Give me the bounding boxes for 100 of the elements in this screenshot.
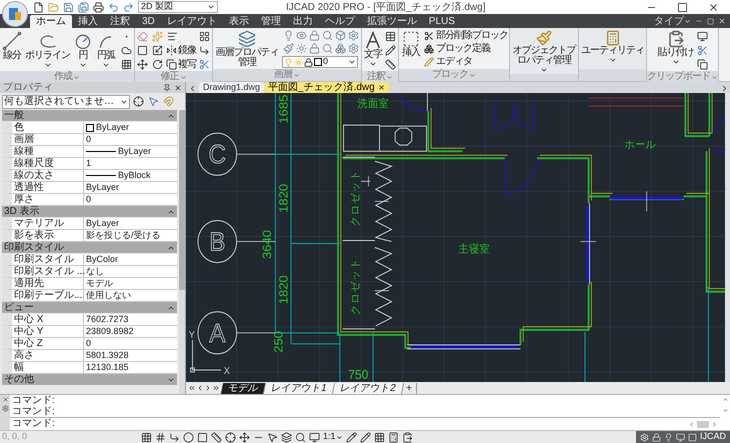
monitor-icon[interactable] [308, 430, 321, 443]
ribbon-tool-button[interactable]: 貼り付け [656, 28, 694, 66]
search-icon[interactable] [294, 430, 307, 443]
array-icon[interactable] [198, 30, 211, 43]
save-as-icon[interactable] [77, 0, 90, 14]
section-header[interactable]: その他 [2, 374, 177, 386]
ribbon-tool-button[interactable]: 部分削除ブロック [424, 29, 508, 42]
snap-icon[interactable] [154, 430, 167, 443]
pointer-icon[interactable] [266, 430, 279, 443]
line-icon [2, 31, 22, 51]
calculator-icon[interactable] [386, 430, 400, 443]
lock-icon[interactable] [308, 42, 321, 55]
hatch-icon[interactable] [120, 58, 133, 71]
rotate-icon[interactable] [151, 58, 164, 71]
workspace-dropdown[interactable]: 2D 製図 [138, 1, 218, 13]
redo-icon[interactable] [122, 0, 135, 14]
caret-icon [293, 72, 300, 78]
undo-icon[interactable] [107, 0, 120, 14]
cad-drawing-area[interactable]: C B A 1685 1820 3640 1820 250 750 洗面室 クロゼット クロゼット 主寝室 ホール Y X [186, 93, 725, 382]
brand-label: IJCAD [700, 430, 726, 443]
layout-tab[interactable]: モデル [220, 382, 266, 394]
cloud-icon[interactable] [120, 44, 133, 57]
new-file-icon[interactable] [32, 0, 45, 14]
ribbon-tool-button[interactable]: エディタ [424, 55, 508, 68]
ribbon-tab[interactable]: 注釈 [104, 15, 136, 28]
hatch-icon[interactable] [372, 430, 386, 443]
ribbon-tab[interactable]: 出力 [286, 15, 319, 28]
close-icon [174, 84, 182, 92]
ribbon-tool-button[interactable]: 円 [72, 28, 94, 69]
property-name: 線種 [12, 146, 84, 157]
ribbon-tab[interactable]: ヘルプ [318, 15, 361, 28]
select-icon[interactable] [147, 95, 160, 108]
crosshair-icon[interactable] [224, 430, 237, 443]
layers-icon [237, 30, 257, 48]
ribbon-tab[interactable]: 3D [136, 15, 161, 28]
ribbon-tool-button[interactable]: オブジェクトプロパティ管理 [511, 28, 577, 74]
cube-icon[interactable] [334, 29, 347, 42]
align-icon[interactable] [166, 30, 179, 43]
copy-icon[interactable] [696, 58, 708, 71]
room-label: ホール [624, 138, 656, 152]
ribbon-tool-button[interactable]: 文字 [363, 28, 383, 68]
move-icon[interactable] [136, 58, 149, 71]
document-tab[interactable]: Drawing1.dwg [199, 82, 264, 93]
scale-dropdown[interactable]: 1:1 [322, 430, 344, 443]
ribbon-tab[interactable]: ホーム [30, 15, 72, 28]
layout-tab[interactable]: レイアウト2 [332, 382, 404, 394]
selection-dropdown[interactable]: 何も選択されていませ… [2, 94, 130, 108]
printer-icon[interactable] [92, 0, 105, 14]
ribbon-tool-button[interactable]: ブロック定義 [424, 42, 508, 55]
app-logo-icon[interactable] [7, 6, 23, 22]
dimension-text: 1820 [276, 184, 290, 213]
scissors-icon[interactable] [696, 44, 708, 57]
ribbon-tab[interactable]: 拡張ツール [360, 15, 423, 28]
grid-icon[interactable] [140, 430, 153, 443]
ribbon-tool-button[interactable]: 円弧 [95, 28, 117, 69]
scrollbar[interactable] [725, 93, 730, 382]
move-icon[interactable] [238, 430, 251, 443]
ribbon-tab[interactable]: 管理 [254, 15, 287, 28]
sun-icon[interactable] [295, 42, 308, 55]
eye-icon[interactable] [295, 29, 308, 42]
save-icon[interactable] [62, 0, 75, 14]
ruler-icon[interactable] [210, 430, 223, 443]
scroll-thumb[interactable] [697, 420, 709, 428]
section-header[interactable]: 印刷スタイル [2, 242, 177, 254]
table-icon[interactable] [384, 30, 397, 43]
scrollbar[interactable] [179, 110, 185, 394]
clipboard-icon[interactable] [400, 430, 414, 443]
ribbon-tool-button[interactable]: 挿入 [400, 28, 422, 58]
ribbon-tool-button[interactable]: 画層プロパティ管理 [214, 28, 280, 68]
monitor-icon[interactable] [696, 30, 708, 43]
layer-dropdown[interactable]: 0 [282, 56, 358, 68]
settings-icon[interactable] [347, 29, 360, 42]
cubes-icon[interactable] [334, 42, 347, 55]
panel-title: 画層 [274, 69, 292, 81]
trim-icon[interactable] [198, 58, 211, 71]
ribbon-type-menu[interactable]: タイプ [654, 14, 691, 28]
ribbon-tab[interactable]: 表示 [222, 15, 255, 28]
coordinates: 0, 0, 0 [1, 430, 28, 443]
property-value: 0 [86, 134, 92, 145]
ribbon-tool-button[interactable]: 線分 [1, 28, 23, 61]
maximize-icon[interactable] [676, 0, 689, 14]
section-header[interactable]: 一般 [2, 110, 177, 122]
ribbon-tool-button[interactable]: ユーティリティ [580, 28, 645, 69]
layers-icon[interactable] [280, 430, 293, 443]
lock-icon[interactable] [308, 29, 321, 42]
caret-icon [348, 58, 356, 66]
section-header[interactable]: ビュー [2, 302, 177, 314]
ribbon-tool-button[interactable]: 複写 [166, 58, 196, 71]
layout-tab[interactable]: レイアウト1 [264, 382, 335, 394]
ribbon-tool-button[interactable]: ポリライン [24, 28, 71, 69]
ribbon-tab[interactable]: レイアウト [160, 15, 223, 28]
brush-icon[interactable] [282, 42, 295, 55]
ribbon-tab[interactable]: PLUS [422, 15, 461, 28]
scroll-thumb[interactable] [179, 110, 185, 290]
ribbon-tool-button[interactable]: 鏡像 [166, 44, 196, 57]
settings-icon[interactable] [347, 42, 360, 55]
document-tab[interactable]: 平面図_チェック済.dwg [264, 82, 389, 93]
dimension-icon[interactable] [384, 58, 397, 71]
ribbon-tab[interactable]: 挿入 [72, 15, 104, 28]
section-header[interactable]: 3D 表示 [2, 206, 177, 218]
